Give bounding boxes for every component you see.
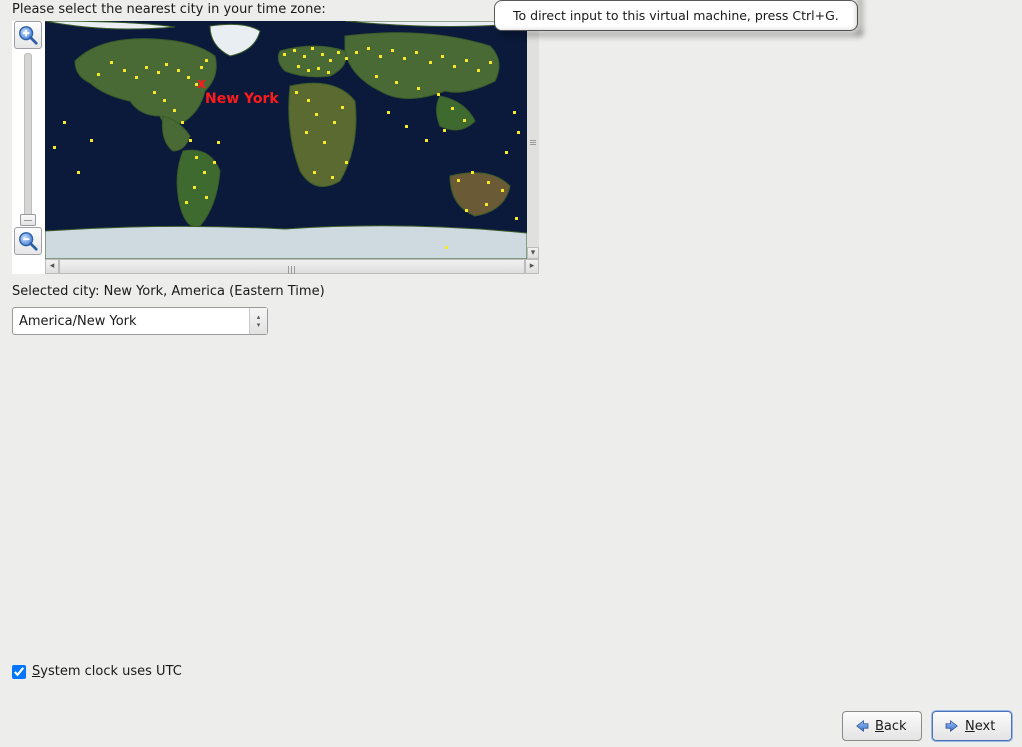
utc-checkbox[interactable] <box>12 665 26 679</box>
timezone-setup-page: To direct input to this virtual machine,… <box>0 0 1022 747</box>
back-button[interactable]: Back <box>842 711 922 741</box>
zoom-in-icon <box>17 24 39 46</box>
chevron-down-icon: ▾ <box>257 322 261 329</box>
timezone-combobox[interactable]: America/New York ▴ ▾ <box>12 307 268 335</box>
zoom-out-button[interactable] <box>14 227 42 255</box>
wizard-nav: Back Next <box>842 711 1012 741</box>
combobox-spinner[interactable]: ▴ ▾ <box>249 308 267 334</box>
world-map[interactable]: x New York <box>45 21 527 259</box>
map-marker-label: New York <box>205 91 279 107</box>
arrow-right-icon <box>943 717 961 735</box>
map-horizontal-scrollbar[interactable]: ◂ ▸ <box>45 259 539 274</box>
scroll-left-button[interactable]: ◂ <box>45 259 59 274</box>
selected-city-label: Selected city: New York, America (Easter… <box>12 284 1010 299</box>
tooltip-text: To direct input to this virtual machine,… <box>513 8 839 23</box>
vm-input-tooltip: To direct input to this virtual machine,… <box>494 0 858 31</box>
map-vertical-scrollbar[interactable]: ▾ <box>527 21 539 259</box>
timezone-map-container: x New York ▾ ◂ ▸ <box>12 21 539 274</box>
svg-text:x: x <box>197 76 206 92</box>
zoom-slider-track[interactable] <box>24 53 32 223</box>
scroll-thumb[interactable] <box>59 259 525 274</box>
utc-checkbox-row: System clock uses UTC <box>12 664 182 679</box>
zoom-out-icon <box>17 230 39 252</box>
timezone-value: America/New York <box>13 308 249 334</box>
zoom-slider-thumb[interactable] <box>20 214 36 226</box>
utc-label[interactable]: System clock uses UTC <box>32 664 182 679</box>
scroll-down-button[interactable]: ▾ <box>527 247 539 259</box>
chevron-up-icon: ▴ <box>257 314 261 321</box>
zoom-in-button[interactable] <box>14 21 42 49</box>
next-button[interactable]: Next <box>932 711 1012 741</box>
scroll-right-button[interactable]: ▸ <box>525 259 539 274</box>
arrow-left-icon <box>853 717 871 735</box>
